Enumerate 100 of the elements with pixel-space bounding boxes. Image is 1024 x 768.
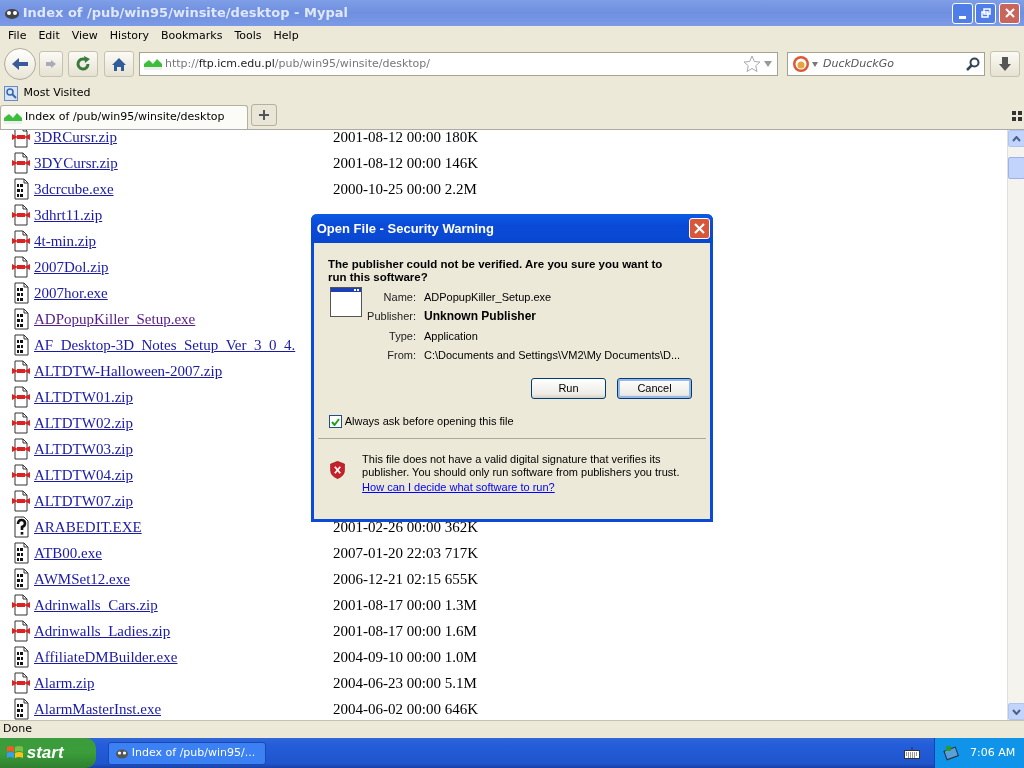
dialog-title: Open File - Security Warning	[316, 219, 495, 238]
field-label: Publisher:	[366, 309, 417, 324]
file-link[interactable]: Adrinwalls_Cars.zip	[34, 593, 333, 617]
browser-tab[interactable]: Index of /pub/win95/winsite/desktop	[0, 105, 248, 129]
checkbox-label: Always ask before opening this file	[344, 415, 514, 428]
network-icon[interactable]	[943, 745, 959, 761]
dialog-button[interactable]: Cancel	[617, 378, 692, 399]
close-button[interactable]	[689, 218, 710, 239]
bookmark-folder-icon[interactable]	[4, 85, 18, 101]
field-value: ADPopupKiller_Setup.exe	[424, 289, 552, 305]
zip-file-icon[interactable]	[12, 152, 30, 174]
close-button[interactable]	[999, 2, 1020, 24]
zip-file-icon[interactable]	[12, 204, 30, 226]
menu-item[interactable]: Tools	[230, 27, 270, 45]
unknown-file-icon[interactable]	[12, 516, 30, 538]
search-field[interactable]: DuckDuckGo	[821, 54, 951, 74]
file-link[interactable]: 3DYCursr.zip	[34, 151, 333, 175]
zip-file-icon[interactable]	[12, 438, 30, 460]
plus-icon	[259, 110, 269, 121]
zip-file-icon[interactable]	[12, 360, 30, 382]
menu-item[interactable]: View	[67, 27, 106, 45]
zip-file-icon[interactable]	[12, 464, 30, 486]
zip-file-icon[interactable]	[12, 130, 30, 148]
binary-file-icon[interactable]	[12, 542, 30, 564]
zip-file-icon[interactable]	[12, 594, 30, 616]
file-link[interactable]: ARABEDIT.EXE	[34, 515, 333, 539]
back-arrow-icon	[11, 56, 29, 72]
binary-file-icon[interactable]	[12, 282, 30, 304]
downloads-button[interactable]	[990, 51, 1020, 77]
address-bar[interactable]: http://ftp.icm.edu.pl/pub/win95/winsite/desktop/	[139, 52, 779, 76]
warning-text: This file does not have a valid digital signature that verifies its publisher. You should only run software from publishers you trust.	[362, 453, 681, 479]
reload-button[interactable]	[68, 51, 99, 77]
checkbox[interactable]	[329, 415, 342, 428]
zip-file-icon[interactable]	[12, 620, 30, 642]
star-icon[interactable]	[742, 55, 761, 73]
scroll-thumb[interactable]	[1008, 157, 1024, 179]
clock: 7:06 AM	[970, 744, 1016, 761]
file-link[interactable]: AWMSet12.exe	[34, 567, 333, 591]
zip-file-icon[interactable]	[12, 672, 30, 694]
file-link[interactable]: AlarmMasterInst.exe	[34, 697, 333, 720]
start-button[interactable]: start	[0, 738, 96, 768]
download-arrow-icon	[998, 56, 1012, 72]
home-button[interactable]	[103, 51, 134, 77]
help-link[interactable]: How can I decide what software to run?	[362, 479, 555, 496]
url-text: http://ftp.icm.edu.pl/pub/win95/winsite/desktop/	[165, 55, 431, 72]
tab-list-icon[interactable]	[1012, 111, 1022, 121]
zip-file-icon[interactable]	[12, 386, 30, 408]
scroll-up-icon[interactable]	[1012, 135, 1021, 142]
zip-file-icon[interactable]	[12, 230, 30, 252]
menu-item[interactable]: Edit	[34, 27, 68, 45]
restore-button[interactable]	[975, 2, 997, 24]
taskbar-button[interactable]: Index of /pub/win95/...	[108, 741, 266, 765]
field-value: C:\Documents and Settings\VM2\My Documents\D...	[424, 348, 681, 363]
binary-file-icon[interactable]	[12, 178, 30, 200]
app-icon	[4, 6, 20, 20]
field-value: Unknown Publisher	[424, 308, 536, 326]
file-details: 2001-02-26 00:00 362K	[333, 517, 478, 537]
application-icon	[330, 287, 362, 317]
field-label: From:	[386, 348, 417, 363]
menu-item[interactable]: File	[4, 27, 35, 45]
file-link[interactable]: Adrinwalls_Ladies.zip	[34, 619, 333, 643]
dialog-button[interactable]: Run	[531, 378, 606, 399]
binary-file-icon[interactable]	[12, 568, 30, 590]
search-icon[interactable]	[965, 57, 980, 71]
new-tab-button[interactable]	[251, 104, 277, 127]
restore-icon	[980, 8, 991, 18]
binary-file-icon[interactable]	[12, 646, 30, 668]
minimize-icon	[958, 15, 966, 19]
file-details: 2001-08-17 00:00 1.3M	[333, 595, 477, 615]
back-button[interactable]	[4, 48, 36, 80]
file-link[interactable]: 3dcrcube.exe	[34, 177, 333, 201]
file-details: 2000-10-25 00:00 2.2M	[333, 179, 477, 199]
menu-item[interactable]: Bookmarks	[157, 27, 231, 45]
scroll-down-icon[interactable]	[1012, 708, 1021, 715]
scrollbar[interactable]	[1007, 130, 1024, 720]
window-title: Index of /pub/win95/winsite/desktop - Mypal	[22, 4, 349, 23]
zip-file-icon[interactable]	[12, 412, 30, 434]
file-link[interactable]: Alarm.zip	[34, 671, 333, 695]
file-link[interactable]: AffiliateDMBuilder.exe	[34, 645, 333, 669]
reload-icon	[75, 56, 92, 72]
field-label: Name:	[382, 289, 417, 305]
menu-item[interactable]: History	[105, 27, 157, 45]
home-icon	[110, 56, 127, 72]
binary-file-icon[interactable]	[12, 698, 30, 720]
file-details: 2001-08-17 00:00 1.6M	[333, 621, 477, 641]
zip-file-icon[interactable]	[12, 490, 30, 512]
minimize-button[interactable]	[951, 2, 973, 24]
zip-file-icon[interactable]	[12, 256, 30, 278]
keyboard-icon[interactable]	[904, 747, 920, 759]
search-bar[interactable]: DuckDuckGo	[786, 52, 985, 76]
file-link[interactable]: ATB00.exe	[34, 541, 333, 565]
dropdown-arrow-icon[interactable]	[763, 60, 774, 68]
binary-file-icon[interactable]	[12, 334, 30, 356]
dropdown-arrow-icon[interactable]	[812, 61, 819, 67]
file-details: 2001-08-12 00:00 180K	[333, 130, 478, 147]
status-text: Done	[3, 721, 32, 738]
file-link[interactable]: 3DRCursr.zip	[34, 130, 333, 149]
menu-item[interactable]: Help	[269, 27, 307, 45]
binary-file-icon[interactable]	[12, 308, 30, 330]
bookmark-item[interactable]: Most Visited	[23, 84, 91, 102]
